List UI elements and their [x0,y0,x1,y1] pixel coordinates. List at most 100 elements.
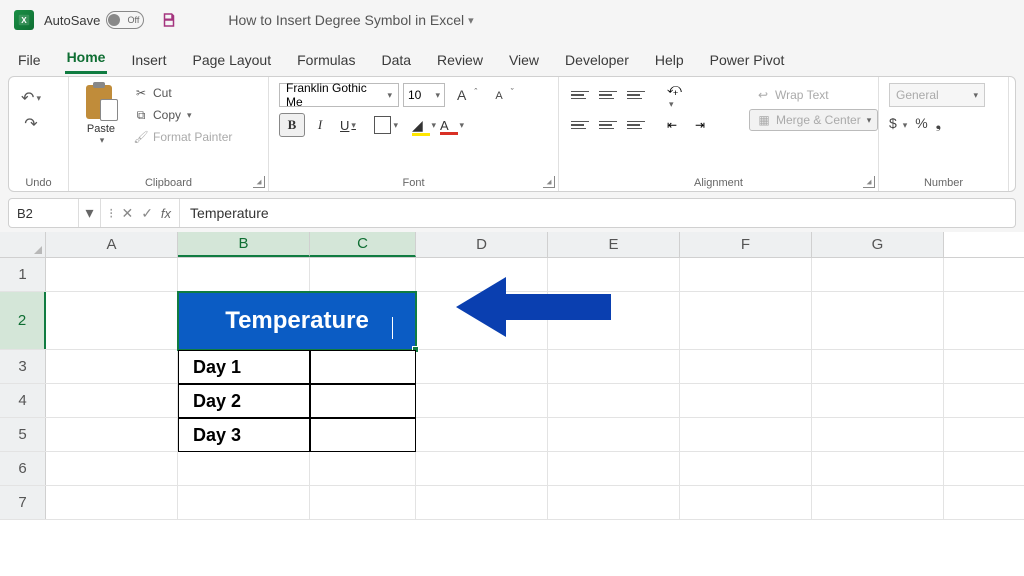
font-dialog-launcher[interactable] [543,176,555,188]
select-all-corner[interactable] [0,232,46,257]
orientation-button[interactable]: ⤽▾ [665,85,687,105]
cut-button[interactable]: ✂Cut [129,83,236,103]
chevron-down-icon[interactable]: ▾ [81,135,123,146]
group-label-font: Font [269,177,558,189]
grid-row: 7 [0,486,1024,520]
row-header-5[interactable]: 5 [0,418,46,451]
svg-text:X: X [21,16,27,25]
column-header-B[interactable]: B [178,232,310,257]
cell-B5[interactable]: Day 3 [178,418,310,452]
decrease-indent-button[interactable]: ⇤ [665,115,687,135]
row-header-2[interactable]: 2 [0,292,46,349]
undo-button[interactable]: ↶▾ [19,87,43,109]
name-box-dropdown[interactable]: ▾ [79,199,101,227]
number-format-dropdown[interactable]: General▾ [889,83,985,107]
row-header-4[interactable]: 4 [0,384,46,417]
copy-icon: ⧉ [133,107,149,123]
comma-format-button[interactable]: ❟ [936,115,942,132]
cell-B2-merged[interactable]: Temperature [178,292,416,350]
column-header-E[interactable]: E [548,232,680,257]
increase-font-size-button[interactable]: Aˆ [449,85,485,106]
font-name-dropdown[interactable]: Franklin Gothic Me▾ [279,83,399,107]
font-color-button[interactable]: A▾ [439,113,465,137]
row-header-1[interactable]: 1 [0,258,46,291]
cell-C3[interactable] [310,350,416,384]
fill-color-button[interactable]: ◢▾ [411,113,437,137]
column-header-A[interactable]: A [46,232,178,257]
column-header-C[interactable]: C [310,232,416,257]
align-top-button[interactable] [569,85,591,105]
ribbon: ↶▾ ↷ Undo Paste ▾ ✂Cut ⧉Copy▾ 🖌Format Pa… [8,76,1016,192]
decrease-font-size-button[interactable]: Aˇ [487,85,521,106]
cell-C5[interactable] [310,418,416,452]
insert-function-button[interactable]: fx [161,206,171,221]
align-right-button[interactable] [625,115,647,135]
ribbon-tabs: File Home Insert Page Layout Formulas Da… [0,40,1024,74]
font-size-dropdown[interactable]: 10▾ [403,83,445,107]
tab-home[interactable]: Home [65,43,108,74]
save-icon[interactable] [160,11,178,29]
paint-bucket-icon: ◢ [412,117,423,133]
annotation-arrow-icon [456,272,616,347]
grid-row: 4 [0,384,1024,418]
align-bottom-button[interactable] [625,85,647,105]
formula-input[interactable]: Temperature [180,205,1015,221]
document-title[interactable]: How to Insert Degree Symbol in Excel ▾ [228,12,473,28]
tab-data[interactable]: Data [379,46,413,74]
wrap-text-icon: ↩ [755,87,771,103]
underline-button[interactable]: U▾ [335,113,361,137]
tab-insert[interactable]: Insert [129,46,168,74]
bold-button[interactable]: B [279,113,305,137]
autosave-state: Off [128,15,140,25]
percent-format-button[interactable]: % [915,115,927,132]
group-clipboard: Paste ▾ ✂Cut ⧉Copy▾ 🖌Format Painter Clip… [69,77,269,191]
wrap-text-button[interactable]: ↩Wrap Text [749,85,878,105]
column-headers: A B C D E F G [0,232,1024,258]
autosave-toggle[interactable]: AutoSave Off [44,11,144,29]
merge-center-button[interactable]: ▦Merge & Center▾ [749,109,878,131]
group-alignment: ⤽▾ ⇤ ⇥ ↩Wrap Text ▦Merge & Center▾ Align… [559,77,879,191]
formula-cancel-button[interactable]: ✕ [121,205,133,222]
cell-B4[interactable]: Day 2 [178,384,310,418]
group-label-number: Number [879,177,1008,189]
paste-button[interactable]: Paste ▾ [79,83,123,146]
italic-button[interactable]: I [307,113,333,137]
tab-power-pivot[interactable]: Power Pivot [708,46,787,74]
title-bar: X AutoSave Off How to Insert Degree Symb… [0,0,1024,40]
column-header-D[interactable]: D [416,232,548,257]
borders-button[interactable]: ▾ [373,113,399,137]
tab-file[interactable]: File [16,46,43,74]
alignment-dialog-launcher[interactable] [863,176,875,188]
clipboard-dialog-launcher[interactable] [253,176,265,188]
align-middle-button[interactable] [597,85,619,105]
accounting-format-button[interactable]: $ ▾ [889,115,907,132]
text-cursor [392,317,393,339]
grid-row: 3 [0,350,1024,384]
name-box[interactable]: B2 [9,199,79,227]
row-header-6[interactable]: 6 [0,452,46,485]
excel-app-icon: X [14,10,34,30]
toggle-switch[interactable]: Off [106,11,144,29]
column-header-G[interactable]: G [812,232,944,257]
format-painter-button[interactable]: 🖌Format Painter [129,127,236,147]
tab-help[interactable]: Help [653,46,686,74]
copy-button[interactable]: ⧉Copy▾ [129,105,236,125]
tab-review[interactable]: Review [435,46,485,74]
row-header-3[interactable]: 3 [0,350,46,383]
row-header-7[interactable]: 7 [0,486,46,519]
group-number: General▾ $ ▾ % ❟ Number [879,77,1009,191]
formula-enter-button[interactable]: ✓ [141,205,153,222]
cell-C4[interactable] [310,384,416,418]
tab-formulas[interactable]: Formulas [295,46,357,74]
scissors-icon: ✂ [133,85,149,101]
group-label-clipboard: Clipboard [69,177,268,189]
tab-view[interactable]: View [507,46,541,74]
tab-page-layout[interactable]: Page Layout [190,46,273,74]
align-left-button[interactable] [569,115,591,135]
cell-B3[interactable]: Day 1 [178,350,310,384]
redo-button[interactable]: ↷ [19,113,43,135]
increase-indent-button[interactable]: ⇥ [693,115,715,135]
column-header-F[interactable]: F [680,232,812,257]
tab-developer[interactable]: Developer [563,46,631,74]
align-center-button[interactable] [597,115,619,135]
